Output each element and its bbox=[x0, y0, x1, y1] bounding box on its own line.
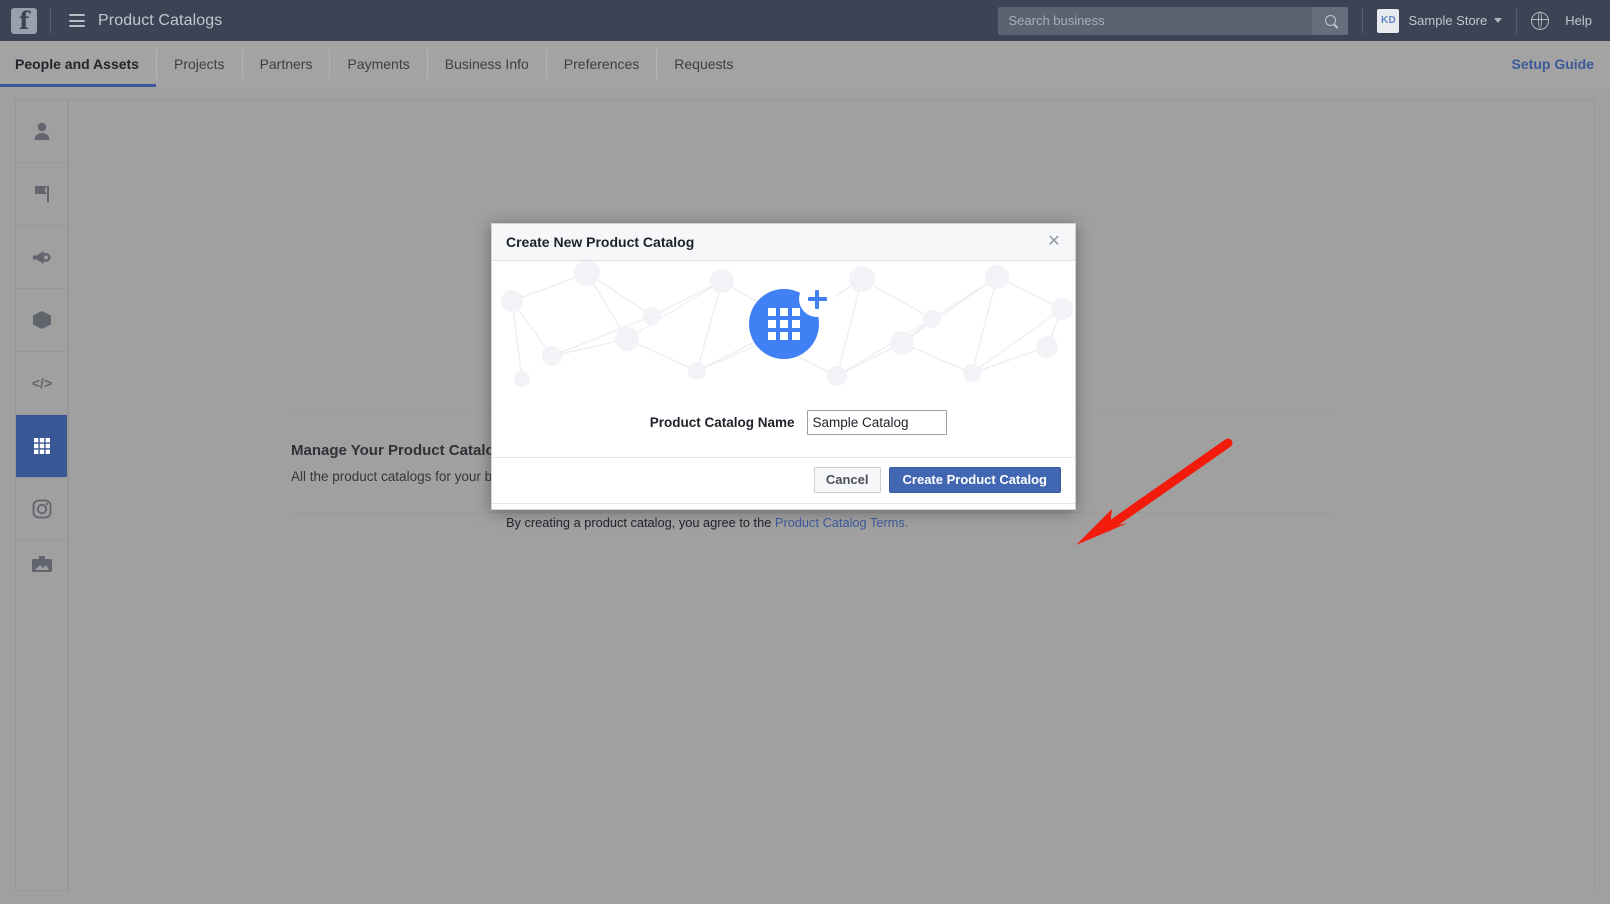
svg-text:</>: </> bbox=[31, 375, 51, 391]
chevron-down-icon[interactable] bbox=[1494, 18, 1503, 23]
search-input[interactable]: Search business bbox=[998, 13, 1312, 28]
primary-tab-bar: People and Assets Projects Partners Paym… bbox=[0, 41, 1610, 87]
search-business-box[interactable]: Search business bbox=[998, 6, 1349, 35]
facebook-logo[interactable] bbox=[11, 6, 37, 35]
close-icon[interactable]: ✕ bbox=[1045, 233, 1063, 251]
sidebar-item-pages[interactable] bbox=[16, 163, 67, 226]
sidebar-item-line-of-business[interactable] bbox=[16, 541, 67, 811]
app-root: Product Catalogs Search business KD Samp… bbox=[0, 0, 1610, 904]
flag-icon bbox=[34, 186, 49, 202]
cancel-button[interactable]: Cancel bbox=[813, 467, 881, 493]
divider bbox=[1362, 7, 1364, 34]
search-button[interactable] bbox=[1312, 6, 1349, 35]
create-product-catalog-dialog: Create New Product Catalog ✕ Product Cat… bbox=[491, 223, 1076, 530]
terms-text: By creating a product catalog, you agree… bbox=[492, 503, 1075, 530]
tab-requests[interactable]: Requests bbox=[657, 49, 750, 79]
person-icon bbox=[34, 122, 49, 140]
create-product-catalog-button[interactable]: Create Product Catalog bbox=[888, 467, 1061, 493]
sidebar-item-ad-accounts[interactable] bbox=[16, 226, 67, 289]
dialog-action-bar: Cancel Create Product Catalog bbox=[492, 457, 1075, 503]
tab-people-and-assets[interactable]: People and Assets bbox=[0, 49, 157, 87]
briefcase-image-icon bbox=[31, 555, 52, 572]
megaphone-icon bbox=[33, 250, 51, 264]
divider bbox=[1516, 7, 1518, 34]
grid-icon bbox=[33, 438, 50, 454]
catalog-name-input[interactable] bbox=[806, 410, 947, 435]
account-name[interactable]: Sample Store bbox=[1408, 13, 1487, 28]
catalog-name-form-row: Product Catalog Name bbox=[492, 392, 1075, 457]
dialog-header: Create New Product Catalog ✕ bbox=[492, 224, 1075, 261]
cube-icon bbox=[32, 311, 51, 329]
sidebar-item-product-catalogs[interactable] bbox=[16, 415, 67, 478]
setup-guide-link[interactable]: Setup Guide bbox=[1512, 41, 1610, 87]
tab-partners[interactable]: Partners bbox=[243, 49, 331, 79]
account-avatar[interactable]: KD bbox=[1377, 8, 1400, 33]
terms-prefix: By creating a product catalog, you agree… bbox=[506, 515, 775, 530]
tab-business-info[interactable]: Business Info bbox=[428, 49, 547, 79]
top-navigation-bar: Product Catalogs Search business KD Samp… bbox=[0, 0, 1610, 41]
tab-payments[interactable]: Payments bbox=[330, 49, 428, 79]
catalog-name-label: Product Catalog Name bbox=[649, 415, 795, 430]
search-icon bbox=[1324, 15, 1336, 26]
sidebar-item-apps[interactable] bbox=[16, 289, 67, 352]
page-title: Manage Your Product Catalogs bbox=[291, 442, 513, 459]
instagram-icon bbox=[32, 499, 51, 519]
asset-type-sidebar: </> bbox=[15, 99, 68, 811]
divider bbox=[50, 7, 51, 34]
sidebar-item-pixels[interactable]: </> bbox=[16, 352, 67, 415]
tab-projects[interactable]: Projects bbox=[157, 49, 243, 79]
top-bar-right-group: Search business KD Sample Store Help bbox=[998, 0, 1610, 41]
dialog-title: Create New Product Catalog bbox=[506, 234, 695, 250]
plus-icon bbox=[799, 281, 835, 317]
product-catalog-terms-link[interactable]: Product Catalog Terms. bbox=[775, 515, 908, 530]
sidebar-item-instagram-accounts[interactable] bbox=[16, 478, 67, 541]
help-link[interactable]: Help bbox=[1565, 13, 1592, 28]
globe-icon[interactable] bbox=[1530, 10, 1550, 30]
hamburger-menu-icon[interactable] bbox=[69, 14, 85, 27]
code-icon: </> bbox=[31, 375, 51, 391]
app-title: Product Catalogs bbox=[98, 11, 223, 29]
tab-preferences[interactable]: Preferences bbox=[547, 49, 658, 79]
sidebar-item-people[interactable] bbox=[16, 100, 67, 163]
dialog-hero-illustration bbox=[492, 261, 1075, 392]
